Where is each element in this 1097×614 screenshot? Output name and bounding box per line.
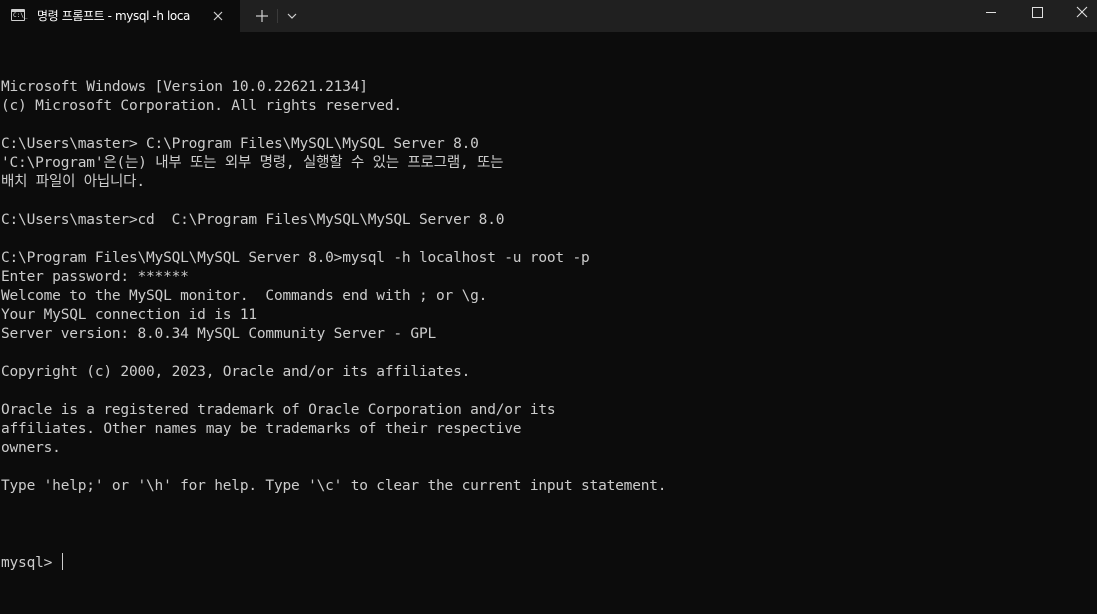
console-line: Welcome to the MySQL monitor. Commands e… [1, 288, 488, 304]
text-cursor [61, 553, 63, 570]
terminal-window: C:\_ 명령 프롬프트 - mysql -h loca Microsoft W… [0, 0, 1097, 614]
tab-command-prompt[interactable]: C:\_ 명령 프롬프트 - mysql -h loca [0, 0, 240, 32]
chevron-down-icon [287, 13, 297, 19]
console-line: Server version: 8.0.34 MySQL Community S… [1, 326, 437, 342]
tab-dropdown-button[interactable] [282, 4, 302, 28]
command-prompt-icon: C:\_ [11, 9, 28, 21]
console-line: Type 'help;' or '\h' for help. Type '\c'… [1, 478, 667, 494]
console-line: owners. [1, 440, 61, 456]
console-line: Your MySQL connection id is 11 [1, 307, 257, 323]
divider [277, 9, 278, 23]
minimize-button[interactable] [968, 0, 1014, 32]
minimize-icon [986, 12, 996, 13]
tab-icon-text: C:\_ [13, 12, 28, 19]
console-line: Oracle is a registered trademark of Orac… [1, 402, 556, 418]
console-lines: Microsoft Windows [Version 10.0.22621.21… [1, 78, 1091, 515]
console-line: (c) Microsoft Corporation. All rights re… [1, 98, 402, 114]
console-line: C:\Users\master>cd C:\Program Files\MySQ… [1, 212, 505, 228]
mysql-prompt: mysql> [1, 555, 61, 571]
console-output[interactable]: Microsoft Windows [Version 10.0.22621.21… [1, 40, 1091, 610]
close-icon [1076, 6, 1088, 18]
close-icon [213, 11, 223, 21]
close-window-button[interactable] [1051, 0, 1097, 32]
tab-title: 명령 프롬프트 - mysql -h loca [37, 9, 190, 23]
console-line: C:\Users\master> C:\Program Files\MySQL\… [1, 136, 479, 152]
console-line: Enter password: ****** [1, 269, 189, 285]
console-line: 'C:\Program'은(는) 내부 또는 외부 명령, 실행할 수 있는 프… [1, 155, 504, 171]
console-line: Copyright (c) 2000, 2023, Oracle and/or … [1, 364, 471, 380]
console-line: 배치 파일이 아닙니다. [1, 174, 145, 190]
mysql-prompt-line[interactable]: mysql> [1, 553, 1091, 572]
new-tab-button[interactable] [250, 4, 274, 28]
console-line: affiliates. Other names may be trademark… [1, 421, 522, 437]
close-tab-button[interactable] [208, 6, 228, 26]
console-line: C:\Program Files\MySQL\MySQL Server 8.0>… [1, 250, 590, 266]
console-line: Microsoft Windows [Version 10.0.22621.21… [1, 79, 368, 95]
plus-icon [256, 10, 268, 22]
title-bar[interactable]: C:\_ 명령 프롬프트 - mysql -h loca [0, 0, 1097, 32]
